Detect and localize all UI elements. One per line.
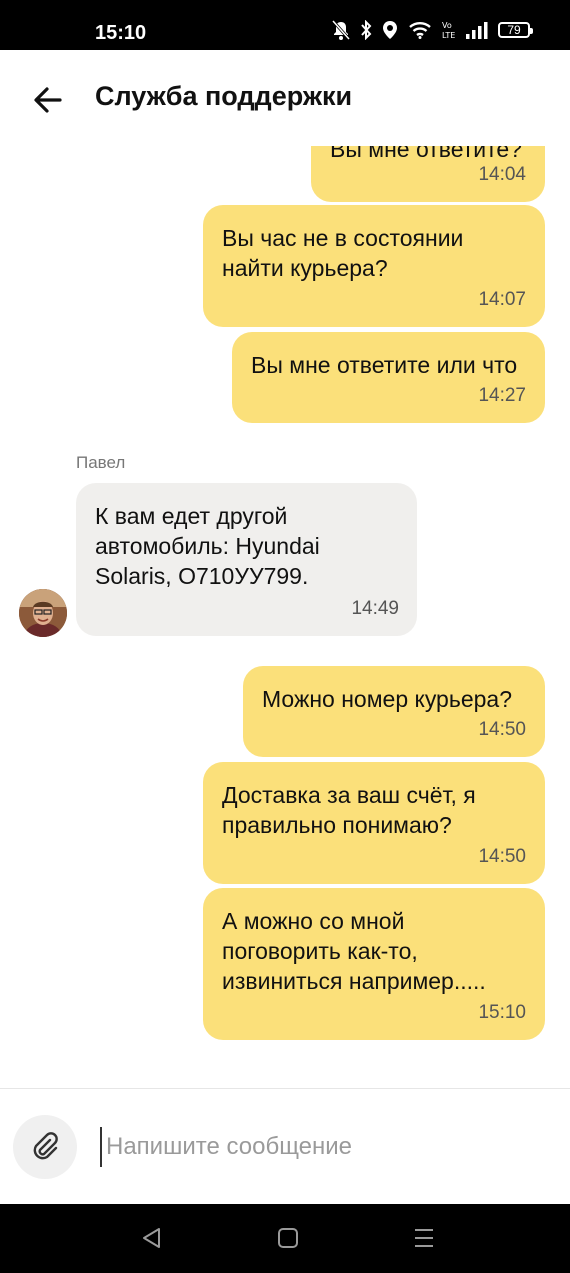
message-outgoing[interactable]: Можно номер курьера? 14:50 (243, 666, 545, 757)
svg-text:Vo: Vo (442, 21, 452, 30)
volte-icon: Vo LTE (442, 21, 455, 40)
message-outgoing[interactable]: Вы мне ответите или что 14:27 (232, 332, 545, 423)
message-outgoing[interactable]: А можно со мной поговорить как-то, извин… (203, 888, 545, 1040)
message-text: Можно номер курьера? (262, 686, 513, 712)
battery-icon: 79 (498, 22, 533, 38)
message-input[interactable] (100, 1127, 546, 1167)
bluetooth-icon (361, 20, 372, 40)
message-composer (0, 1088, 570, 1205)
message-text: А можно со мной поговорить как-то, извин… (222, 908, 486, 994)
menu-lines-icon (415, 1229, 433, 1247)
battery-level: 79 (507, 23, 521, 37)
chat-header: Служба поддержки (0, 50, 570, 146)
avatar[interactable] (19, 589, 67, 637)
message-time: 15:10 (478, 1002, 526, 1023)
message-time: 14:49 (351, 598, 399, 619)
back-triangle-icon (143, 1228, 160, 1248)
back-button[interactable] (30, 82, 66, 118)
status-time: 15:10 (95, 22, 147, 44)
bell-off-icon (332, 20, 350, 40)
nav-menu-button[interactable] (413, 1226, 435, 1255)
svg-text:LTE: LTE (442, 31, 455, 40)
system-nav-bar (0, 1204, 570, 1273)
message-time: 14:50 (478, 846, 526, 867)
message-incoming[interactable]: К вам едет другой автомобиль: Hyundai So… (76, 483, 417, 636)
status-icons: Vo LTE 79 (332, 18, 533, 42)
paperclip-icon (33, 1132, 58, 1160)
signal-icon (466, 22, 488, 39)
message-outgoing[interactable]: Вы час не в состоянии найти курьера? 14:… (203, 205, 545, 327)
page-title: Служба поддержки (95, 81, 353, 111)
message-time: 14:07 (478, 289, 526, 310)
message-outgoing[interactable]: Вы мне ответите? 14:04 (311, 146, 545, 202)
message-list[interactable]: Вы мне ответите? 14:04 Вы час не в состо… (0, 146, 570, 1086)
nav-home-button[interactable] (277, 1226, 299, 1255)
status-bar: 15:10 Vo LTE 79 (0, 0, 570, 50)
message-time: 14:04 (478, 164, 526, 185)
message-time: 14:50 (478, 719, 526, 740)
message-outgoing[interactable]: Доставка за ваш счёт, я правильно понима… (203, 762, 545, 884)
message-text: Вы час не в состоянии найти курьера? (222, 225, 464, 281)
message-text: Вы мне ответите или что (251, 352, 518, 378)
wifi-icon (409, 22, 431, 39)
nav-back-button[interactable] (140, 1226, 162, 1255)
home-square-icon (278, 1228, 298, 1248)
attach-button[interactable] (13, 1115, 77, 1179)
message-text: Доставка за ваш счёт, я правильно понима… (222, 782, 476, 838)
message-text: К вам едет другой автомобиль: Hyundai So… (95, 503, 320, 589)
location-icon (383, 21, 397, 39)
person-avatar-icon (19, 589, 67, 637)
sender-name: Павел (76, 453, 126, 472)
arrow-left-icon (34, 87, 62, 113)
message-time: 14:27 (478, 385, 526, 406)
